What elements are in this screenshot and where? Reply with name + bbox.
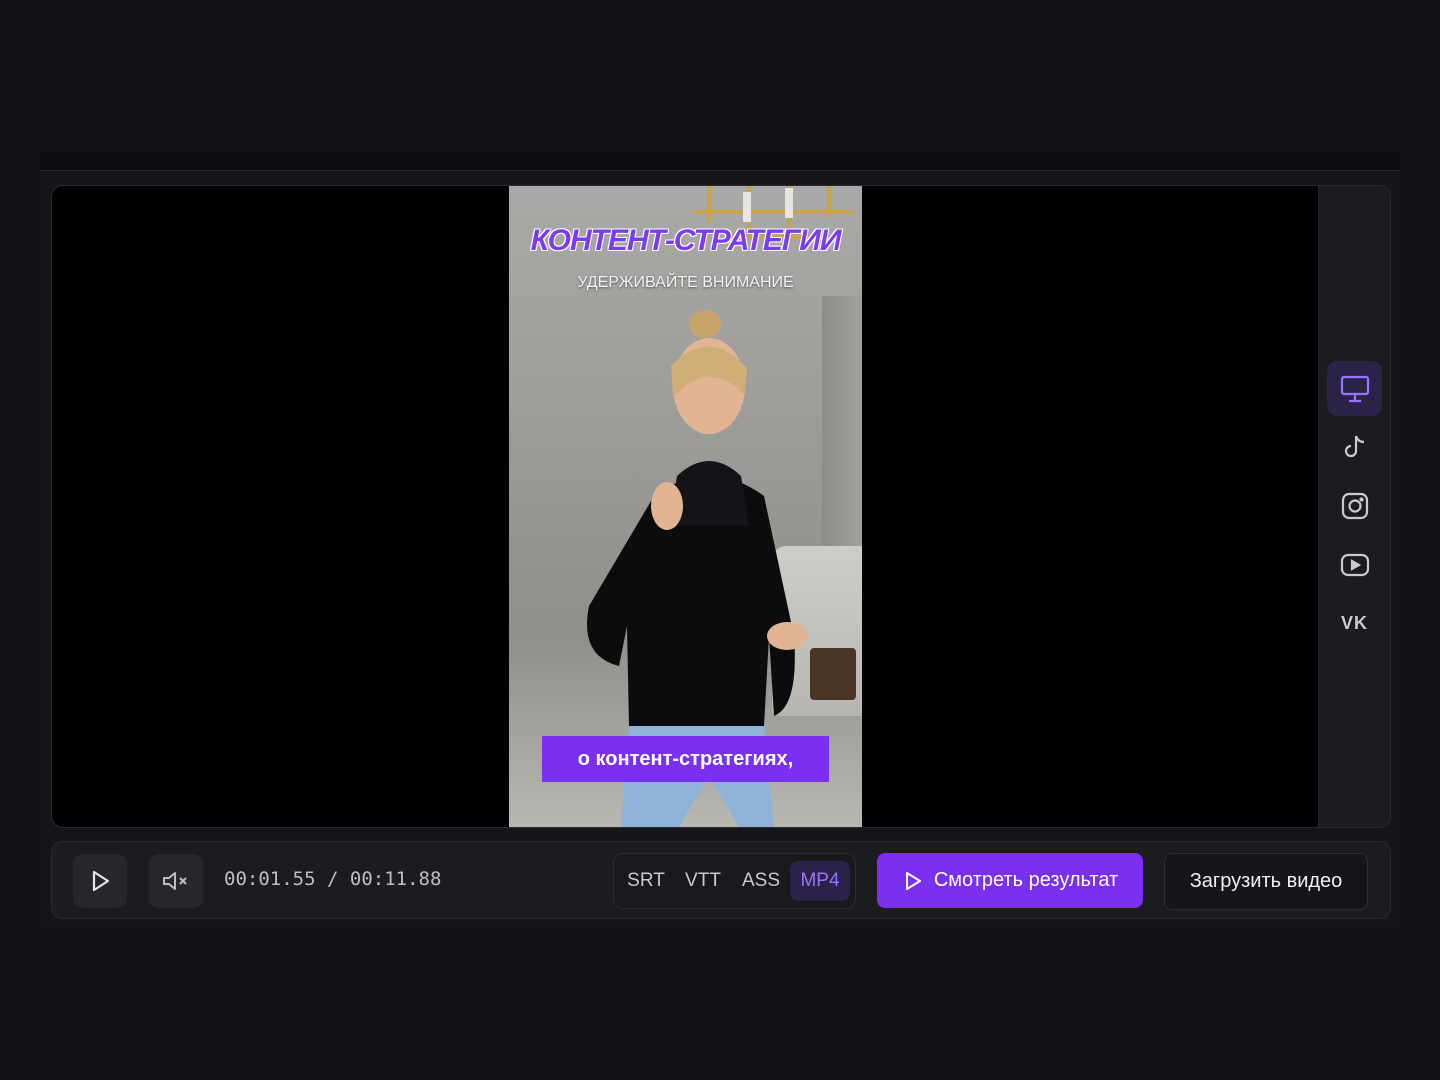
youtube-icon [1340,553,1369,576]
time-current: 00:01.55 [224,868,316,890]
video-frame[interactable]: КОНТЕНТ-СТРАТЕГИИ УДЕРЖИВАЙТЕ ВНИМАНИЕ о… [509,186,862,827]
watch-result-button[interactable]: Смотреть результат [877,853,1143,908]
play-button[interactable] [73,854,127,908]
caption-title: КОНТЕНТ-СТРАТЕГИИ [530,224,842,257]
export-format-group: SRT VTT ASS MP4 [613,853,856,909]
time-total: 00:11.88 [349,868,442,890]
time-separator: / [326,868,339,890]
mute-button[interactable] [149,854,203,908]
caption-bottom: о контент-стратегиях, [542,736,829,782]
bag-graphic [810,648,856,700]
watch-result-label: Смотреть результат [933,869,1119,891]
format-vtt-button[interactable]: VTT [678,861,728,901]
platform-rail: VK [1318,186,1390,827]
speaker-muted-icon [163,872,187,890]
caption-subtitle: УДЕРЖИВАЙТЕ ВНИМАНИЕ [577,274,794,291]
platform-instagram-button[interactable] [1327,478,1382,533]
platform-desktop-button[interactable] [1327,361,1382,416]
app-frame: КОНТЕНТ-СТРАТЕГИИ УДЕРЖИВАЙТЕ ВНИМАНИЕ о… [40,152,1400,928]
playback-controls: 00:01.55 / 00:11.88 SRT VTT ASS MP4 Смот… [51,841,1391,919]
video-player[interactable]: КОНТЕНТ-СТРАТЕГИИ УДЕРЖИВАЙТЕ ВНИМАНИЕ о… [51,185,1391,828]
play-icon [92,870,110,892]
timecode: 00:01.55 / 00:11.88 [224,868,441,890]
format-srt-button[interactable]: SRT [622,861,670,901]
tiktok-icon [1344,435,1364,457]
vk-icon: VK [1340,613,1368,633]
format-ass-button[interactable]: ASS [736,861,786,901]
monitor-icon [1340,375,1369,402]
platform-tiktok-button[interactable] [1327,419,1382,474]
platform-vk-button[interactable]: VK [1327,596,1382,651]
play-icon [905,871,921,890]
platform-youtube-button[interactable] [1327,537,1382,592]
upload-video-button[interactable]: Загрузить видео [1164,853,1368,910]
format-mp4-button[interactable]: MP4 [790,861,850,901]
instagram-icon [1341,492,1368,519]
top-divider [40,152,1400,171]
